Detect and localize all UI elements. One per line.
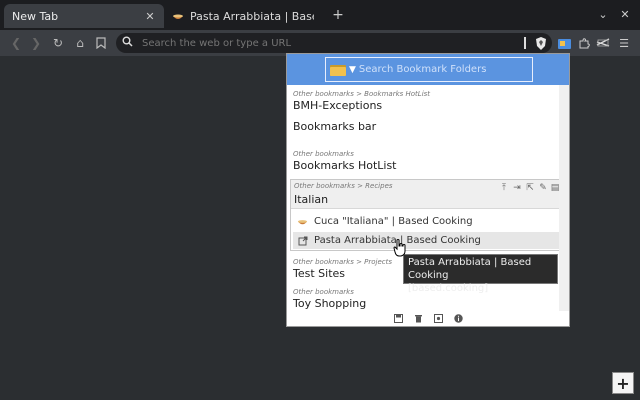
tab-strip: New Tab ✕ Pasta Arrabbiata | Based Coo +…: [0, 0, 640, 30]
tooltip-title: Pasta Arrabbiata | Based Cooking: [408, 257, 532, 281]
puzzle-icon[interactable]: [576, 35, 592, 51]
new-tab-plus-icon[interactable]: +: [330, 7, 346, 23]
bowl-icon: [297, 216, 308, 227]
chevron-down-icon[interactable]: ⌄: [596, 8, 610, 21]
close-icon[interactable]: ✕: [144, 10, 156, 23]
folder-item[interactable]: Other bookmarks > Bookmarks HotList BMH-…: [293, 90, 555, 113]
folder-item[interactable]: Bookmarks bar: [293, 120, 555, 134]
folder-name: Italian: [294, 193, 329, 206]
home-icon[interactable]: ⌂: [72, 35, 88, 51]
edit-pencil-icon[interactable]: ✎: [538, 183, 548, 193]
tab-pasta-arrabbiata[interactable]: Pasta Arrabbiata | Based Coo: [164, 4, 322, 28]
open-link-icon: [297, 235, 308, 246]
open-all-icon[interactable]: ⇱: [525, 183, 535, 193]
close-window-icon[interactable]: ✕: [618, 8, 632, 21]
bookmark-tooltip: Pasta Arrabbiata | Based Cooking [based.…: [403, 254, 558, 294]
move-top-icon[interactable]: ⤒: [499, 183, 509, 193]
folder-path: Other bookmarks: [293, 150, 354, 158]
dropdown-caret-icon[interactable]: ▼: [349, 65, 356, 75]
address-bar[interactable]: [116, 33, 552, 53]
bookmark-item[interactable]: Cuca "Italiana" | Based Cooking: [293, 213, 559, 230]
folder-icon: [330, 64, 346, 76]
folder-item-expanded[interactable]: Other bookmarks > Recipes Italian ⤒ ⇥ ⇱ …: [290, 179, 560, 251]
url-input[interactable]: [142, 37, 524, 49]
folder-search-box[interactable]: ▼: [325, 57, 533, 82]
search-icon: [122, 36, 136, 50]
folder-path: Other bookmarks > Recipes: [294, 182, 393, 190]
tooltip-url: [based.cooking]: [408, 283, 489, 294]
folder-path: Other bookmarks > Bookmarks HotList: [293, 90, 431, 98]
bookmark-icon[interactable]: [93, 35, 109, 51]
bookmark-title: Cuca "Italiana" | Based Cooking: [314, 216, 473, 227]
folder-name: Bookmarks bar: [293, 120, 377, 133]
wallet-icon[interactable]: [595, 35, 611, 51]
bookmark-item[interactable]: Pasta Arrabbiata | Based Cooking: [293, 232, 559, 249]
folder-item[interactable]: Other bookmarks Bookmarks HotList: [293, 150, 555, 173]
forward-arrow-icon[interactable]: ❯: [28, 35, 44, 51]
folder-search-input[interactable]: [358, 64, 532, 75]
hand-cursor-icon: [393, 239, 407, 257]
reload-icon[interactable]: ↻: [50, 35, 66, 51]
scrollbar[interactable]: [559, 85, 569, 311]
settings-icon[interactable]: [433, 314, 443, 324]
folder-name: Bookmarks HotList: [293, 159, 397, 172]
tab-new-tab[interactable]: New Tab ✕: [4, 4, 164, 28]
tab-title: Pasta Arrabbiata | Based Coo: [190, 9, 314, 23]
trash-icon[interactable]: [413, 314, 423, 324]
add-plus-button[interactable]: +: [612, 372, 634, 394]
popup-header: ▼: [287, 54, 569, 85]
menu-icon[interactable]: ☰: [616, 35, 632, 51]
brave-shield-icon[interactable]: [534, 36, 548, 50]
bookmarks-extension-icon[interactable]: [556, 35, 572, 51]
folder-name: BMH-Exceptions: [293, 99, 383, 112]
folder-header[interactable]: Other bookmarks > Recipes Italian ⤒ ⇥ ⇱ …: [291, 180, 559, 209]
folder-name: Toy Shopping: [293, 297, 367, 310]
move-into-icon[interactable]: ⇥: [512, 183, 522, 193]
tab-title: New Tab: [12, 9, 59, 23]
save-icon[interactable]: [393, 314, 403, 324]
divider: [524, 37, 526, 49]
bowl-icon: [172, 10, 184, 22]
info-icon[interactable]: [453, 314, 463, 324]
back-arrow-icon[interactable]: ❮: [8, 35, 24, 51]
popup-footer: [287, 311, 569, 327]
